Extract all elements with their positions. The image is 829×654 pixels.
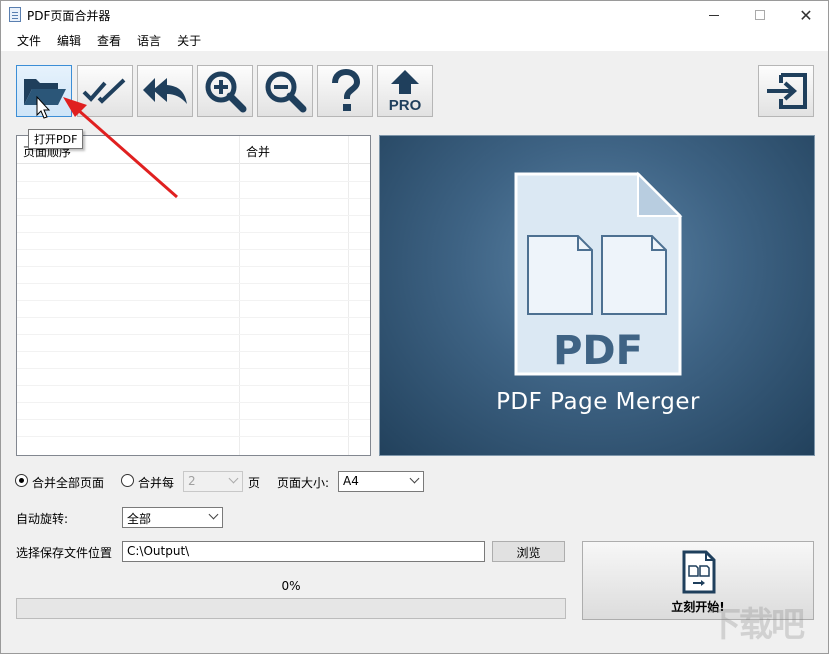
page-size-label: 页面大小: <box>277 476 330 490</box>
pdf-doc-label: PDF <box>553 328 643 374</box>
browse-button[interactable]: 浏览 <box>492 541 565 562</box>
chevron-down-icon <box>208 509 219 520</box>
auto-rotate-select[interactable]: 全部 <box>122 507 223 528</box>
merge-every-label: 合并每 <box>138 476 175 490</box>
merge-every-select[interactable]: 2 <box>183 471 243 492</box>
merge-every-value: 2 <box>188 474 196 488</box>
merge-every-radio[interactable] <box>121 474 134 487</box>
open-pdf-tooltip: 打开PDF <box>28 129 84 149</box>
site-watermark: 下载吧 <box>707 605 805 645</box>
auto-rotate-label: 自动旋转: <box>16 512 69 526</box>
save-location-input[interactable]: C:\Output\ <box>122 541 485 562</box>
preview-caption: PDF Page Merger <box>496 389 700 415</box>
merge-document-icon <box>682 550 716 594</box>
page-size-value: A4 <box>343 474 359 488</box>
chevron-down-icon <box>409 473 420 484</box>
page-unit-label: 页 <box>248 476 261 490</box>
chevron-down-icon <box>228 473 239 484</box>
merge-all-radio[interactable] <box>15 474 28 487</box>
page-size-select[interactable]: A4 <box>338 471 424 492</box>
preview-panel: PDF PDF Page Merger <box>379 135 815 456</box>
merge-all-label: 合并全部页面 <box>32 476 105 490</box>
progress-bar <box>16 598 566 619</box>
save-location-label: 选择保存文件位置 <box>16 546 113 560</box>
app-window: PDF页面合并器 ✕ 文件 编辑 查看 语言 关于 PRO 页面顺序 合并 打开… <box>0 0 829 654</box>
auto-rotate-value: 全部 <box>127 512 152 526</box>
progress-text: 0% <box>281 579 301 593</box>
mouse-cursor-icon <box>36 95 51 119</box>
annotation-arrow-icon <box>76 107 178 199</box>
